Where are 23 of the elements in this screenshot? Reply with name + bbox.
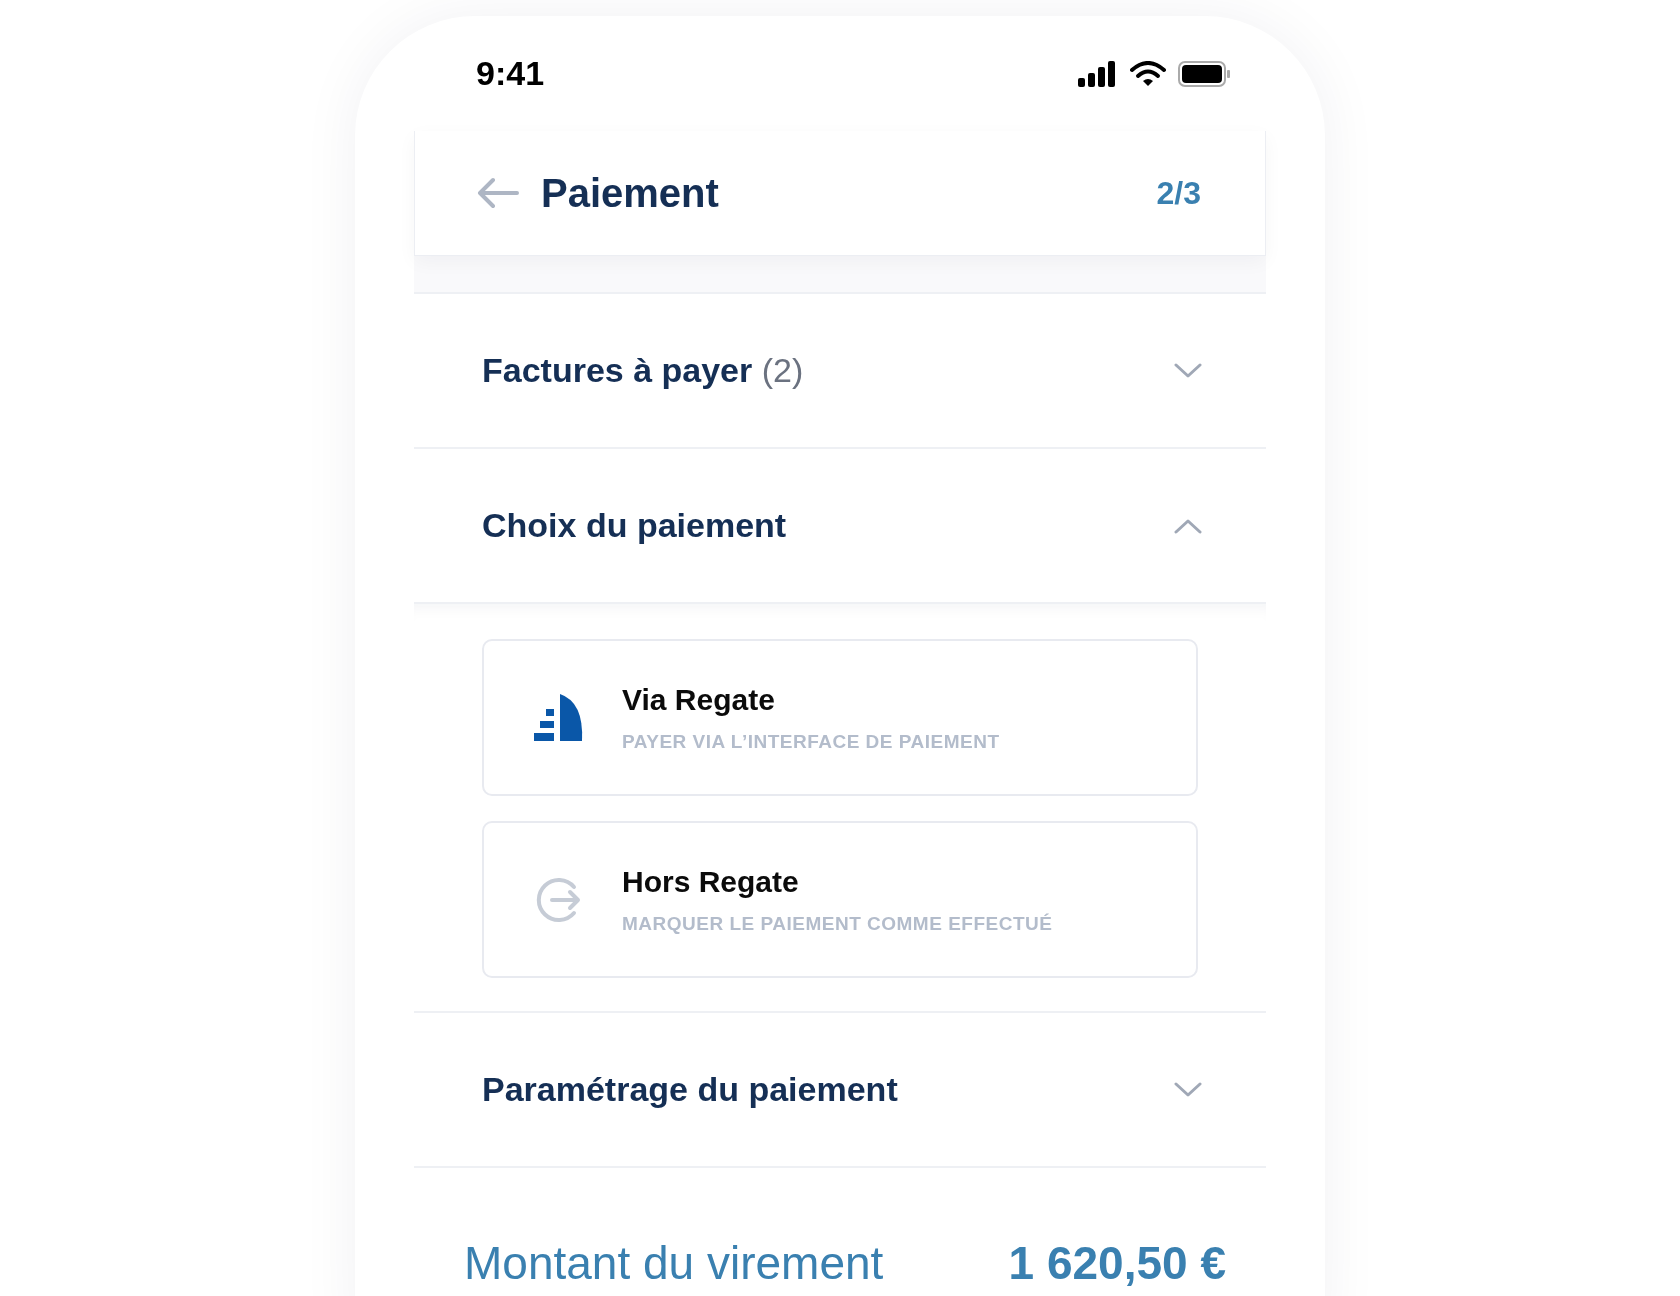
- option-title: Via Regate: [622, 682, 776, 717]
- section-title: Factures à payer (2): [482, 351, 804, 390]
- page-title: Paiement: [541, 170, 720, 216]
- option-description: MARQUER LE PAIEMENT COMME EFFECTUÉ: [622, 912, 1053, 935]
- sail-logo-icon: [534, 693, 584, 742]
- section-title: Paramétrage du paiement: [482, 1070, 898, 1109]
- payment-option-card[interactable]: Via Regate PAYER VIA L’INTERFACE DE PAIEMENT: [482, 639, 1198, 796]
- chevron-down-icon: [1174, 362, 1202, 379]
- back-arrow-icon: [477, 177, 519, 209]
- chevron-up-icon: [1174, 517, 1202, 534]
- battery-icon: [1178, 60, 1230, 87]
- total-amount: 1 620,50 €: [1008, 1236, 1226, 1290]
- chevron-down-icon: [1174, 1081, 1202, 1098]
- payment-option-card[interactable]: Hors Regate MARQUER LE PAIEMENT COMME EFFECTUÉ: [482, 821, 1198, 978]
- step-counter: 2/3: [1156, 174, 1201, 212]
- total-label: Montant du virement: [464, 1236, 884, 1290]
- wifi-icon: [1130, 60, 1166, 87]
- section-title: Choix du paiement: [482, 506, 787, 545]
- option-title: Hors Regate: [622, 864, 800, 899]
- back-button[interactable]: [477, 177, 519, 209]
- signal-icon: [1078, 60, 1118, 87]
- option-description: PAYER VIA L’INTERFACE DE PAIEMENT: [622, 730, 1000, 753]
- status-time: 9:41: [476, 54, 545, 93]
